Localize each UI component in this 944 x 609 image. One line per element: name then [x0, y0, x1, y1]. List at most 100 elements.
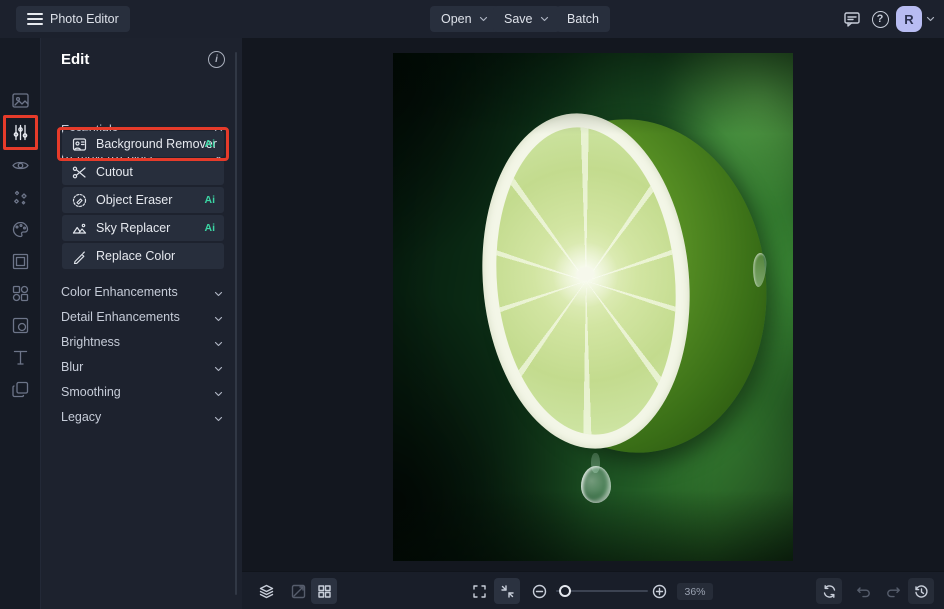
duplicate-icon [10, 379, 31, 400]
panel-scrollbar[interactable] [235, 52, 237, 595]
tool-object-eraser[interactable]: Object Eraser Ai [62, 187, 224, 213]
open-label: Open [441, 12, 472, 26]
history-icon [913, 583, 930, 600]
rail-item-templates[interactable] [10, 379, 31, 400]
section-detail-enhancements[interactable]: Detail Enhancements [41, 307, 242, 329]
tool-rail [0, 38, 41, 609]
zoom-slider-knob[interactable] [559, 585, 571, 597]
sky-mountains-icon [72, 221, 87, 236]
tool-cutout[interactable]: Cutout [62, 159, 224, 185]
section-label: Smoothing [61, 385, 121, 399]
overlay-icon [10, 315, 31, 336]
zoom-out-button[interactable] [526, 578, 552, 604]
plus-circle-icon [651, 583, 668, 600]
save-button[interactable]: Save [493, 6, 560, 32]
chevron-down-icon [214, 391, 223, 397]
tool-label: Background Remover [96, 137, 217, 151]
rail-item-graphics[interactable] [10, 283, 31, 304]
frame-icon [10, 251, 31, 272]
ai-badge: Ai [205, 222, 216, 234]
avatar[interactable]: R [896, 6, 922, 32]
photo-vignette [393, 53, 793, 561]
tool-replace-color[interactable]: Replace Color [62, 243, 224, 269]
rail-item-text[interactable] [10, 347, 31, 368]
text-icon [10, 347, 31, 368]
batch-button[interactable]: Batch [556, 6, 610, 32]
undo-icon [855, 583, 872, 600]
section-color-enhancements[interactable]: Color Enhancements [41, 282, 242, 304]
section-label: Brightness [61, 335, 120, 349]
grid-view-button[interactable] [311, 578, 337, 604]
layers-button[interactable] [253, 578, 279, 604]
fit-screen-icon [499, 583, 516, 600]
fullscreen-icon [471, 583, 488, 600]
scissors-icon [72, 165, 87, 180]
redo-icon [885, 583, 902, 600]
tool-label: Cutout [96, 165, 133, 179]
layers-icon [258, 583, 275, 600]
open-button[interactable]: Open [430, 6, 499, 32]
tool-label: Replace Color [96, 249, 175, 263]
info-icon[interactable]: i [208, 51, 225, 68]
edit-panel: Edit i Essentials Remove/Replace Backgro… [41, 38, 242, 609]
rail-item-overlays[interactable] [10, 315, 31, 336]
chevron-down-icon [540, 16, 549, 22]
tool-label: Object Eraser [96, 193, 172, 207]
section-legacy[interactable]: Legacy [41, 407, 242, 429]
remove-replace-tools: Background Remover Ai Cutout Object Eras… [62, 131, 224, 271]
batch-label: Batch [567, 12, 599, 26]
photo-lime[interactable] [393, 53, 793, 561]
fit-to-screen-button[interactable] [494, 578, 520, 604]
rail-item-artsy[interactable] [10, 219, 31, 240]
rail-item-touch-up[interactable] [10, 155, 31, 176]
fullscreen-button[interactable] [466, 578, 492, 604]
history-button[interactable] [908, 578, 934, 604]
chevron-down-icon [479, 16, 488, 22]
zoom-in-button[interactable] [646, 578, 672, 604]
tool-background-remover[interactable]: Background Remover Ai [62, 131, 224, 157]
help-button[interactable]: ? [868, 7, 892, 31]
rail-item-effects[interactable] [10, 187, 31, 208]
chevron-down-icon [214, 366, 223, 372]
section-smoothing[interactable]: Smoothing [41, 382, 242, 404]
canvas-area[interactable] [242, 38, 944, 571]
redo-button[interactable] [880, 578, 906, 604]
rail-item-image-manager[interactable] [10, 90, 31, 111]
section-brightness[interactable]: Brightness [41, 332, 242, 354]
main-menu-button[interactable]: Photo Editor [16, 6, 130, 32]
minus-circle-icon [531, 583, 548, 600]
sliders-icon [10, 122, 31, 143]
image-icon [10, 90, 31, 111]
bottom-toolbar: 36% [242, 571, 944, 609]
app-title: Photo Editor [50, 12, 119, 26]
eraser-icon [72, 193, 87, 208]
grid-icon [316, 583, 333, 600]
section-blur[interactable]: Blur [41, 357, 242, 379]
rail-item-edit[interactable] [10, 122, 31, 143]
rail-item-frames[interactable] [10, 251, 31, 272]
zoom-percentage[interactable]: 36% [677, 583, 713, 600]
tool-sky-replacer[interactable]: Sky Replacer Ai [62, 215, 224, 241]
save-label: Save [504, 12, 533, 26]
sparkles-icon [10, 187, 31, 208]
section-label: Color Enhancements [61, 285, 178, 299]
tool-label: Sky Replacer [96, 221, 170, 235]
chevron-down-icon [214, 416, 223, 422]
section-label: Blur [61, 360, 83, 374]
compare-button[interactable] [285, 578, 311, 604]
refresh-button[interactable] [816, 578, 842, 604]
panel-title: Edit [61, 51, 89, 68]
ai-badge: Ai [205, 138, 216, 150]
section-label: Detail Enhancements [61, 310, 180, 324]
chevron-down-icon [214, 316, 223, 322]
portrait-icon [72, 137, 87, 152]
chat-bubble-icon [843, 10, 861, 28]
eye-icon [10, 155, 31, 176]
section-label: Legacy [61, 410, 101, 424]
undo-button[interactable] [850, 578, 876, 604]
feedback-button[interactable] [840, 7, 864, 31]
compare-icon [290, 583, 307, 600]
hamburger-icon [27, 13, 43, 25]
help-icon: ? [872, 11, 889, 28]
account-chevron-down-icon[interactable] [926, 16, 935, 22]
